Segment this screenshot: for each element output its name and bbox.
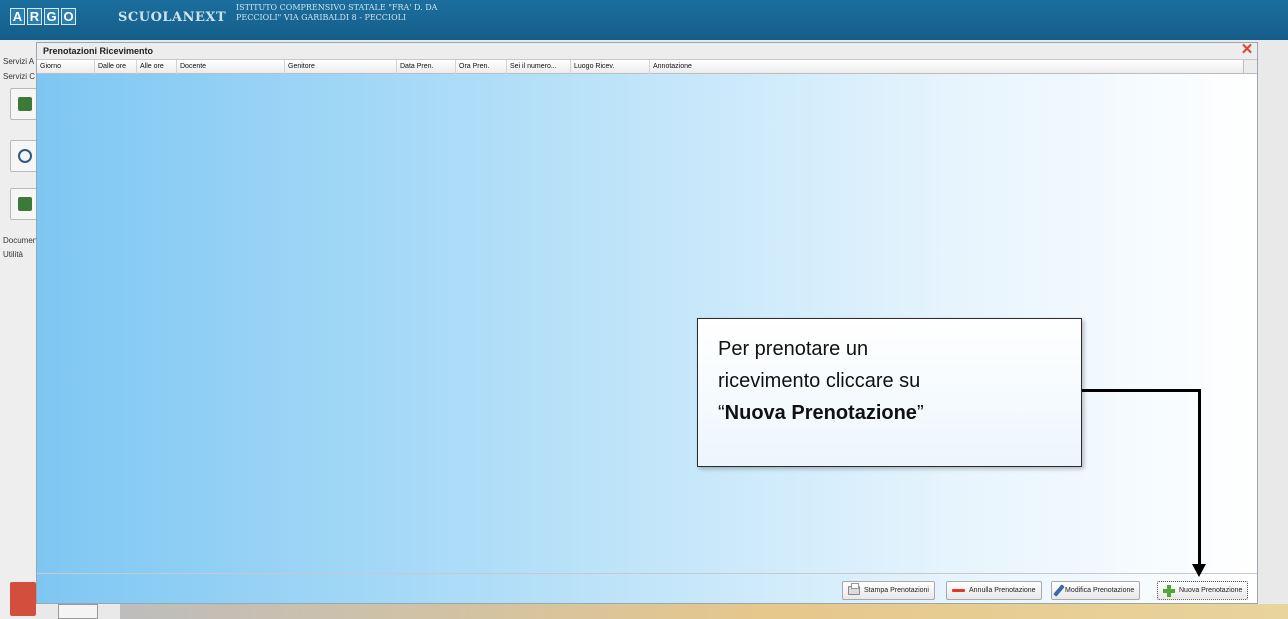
cancel-reservation-button[interactable]: Annulla Prenotazione <box>946 581 1042 600</box>
minus-icon <box>952 589 965 592</box>
sidebar-label-utilita[interactable]: Utilità <box>3 250 23 259</box>
callout-quote-close: ” <box>916 402 924 424</box>
app-header: A R G O SCUOLANEXT ISTITUTO COMPRENSIVO … <box>0 0 1288 40</box>
sidebar-tile-2[interactable] <box>10 140 36 172</box>
logo-letter: G <box>44 8 59 25</box>
sidebar-tile-3[interactable] <box>10 188 36 220</box>
callout-connector-vertical <box>1198 389 1201 566</box>
pencil-icon <box>1053 584 1065 597</box>
grid-scrollbar-corner <box>1243 60 1257 74</box>
column-header-annotazione[interactable]: Annotazione <box>650 60 1245 74</box>
column-header-ora-pren[interactable]: Ora Pren. <box>456 60 507 74</box>
column-header-giorno[interactable]: Giorno <box>37 60 95 74</box>
dialog-title: Prenotazioni Ricevimento <box>43 46 154 56</box>
print-reservations-button[interactable]: Stampa Prenotazioni <box>842 581 935 600</box>
sidebar-label-servizi-c[interactable]: Servizi C <box>3 72 35 81</box>
callout-emphasis: Nuova Prenotazione <box>724 402 917 424</box>
print-reservations-label: Stampa Prenotazioni <box>864 587 929 594</box>
close-icon[interactable]: ✕ <box>1240 42 1254 58</box>
column-header-alle-ore[interactable]: Alle ore <box>137 60 177 74</box>
sidebar-label-documenti[interactable]: Documen <box>3 236 36 245</box>
column-header-genitore[interactable]: Genitore <box>285 60 397 74</box>
column-header-data-pren[interactable]: Data Pren. <box>397 60 456 74</box>
callout-connector-horizontal <box>1082 389 1201 392</box>
arrow-head-icon <box>1192 564 1206 577</box>
edit-reservation-button[interactable]: Modifica Prenotazione <box>1051 581 1141 600</box>
grid-header: Giorno Dalle ore Alle ore Docente Genito… <box>37 60 1245 74</box>
column-header-sei-il-numero[interactable]: Sei il numero... <box>507 60 571 74</box>
new-reservation-button[interactable]: Nuova Prenotazione <box>1157 581 1249 600</box>
sidebar-tile-1[interactable] <box>10 88 36 120</box>
cancel-reservation-label: Annulla Prenotazione <box>969 587 1036 594</box>
app-name: SCUOLANEXT <box>118 10 227 25</box>
callout-line-3: “Nuova Prenotazione” <box>718 397 1063 429</box>
register-icon <box>18 97 32 111</box>
dialog-titlebar[interactable]: Prenotazioni Ricevimento ✕ <box>37 42 1257 60</box>
new-reservation-label: Nuova Prenotazione <box>1179 587 1243 594</box>
logo-letter: R <box>27 8 42 25</box>
callout-quote-open: “ <box>718 402 725 424</box>
logo-letter: O <box>61 8 76 25</box>
callout-line-2: ricevimento cliccare su <box>718 370 921 392</box>
exit-button[interactable] <box>10 582 36 616</box>
plus-icon <box>1163 584 1175 597</box>
school-name: ISTITUTO COMPRENSIVO STATALE "FRA' D. DA… <box>236 3 438 22</box>
argo-logo: A R G O <box>10 8 76 25</box>
bottom-button[interactable] <box>58 604 98 619</box>
callout-line-1: Per prenotare un <box>718 338 869 360</box>
app-sidebar: Servizi A Servizi C Documen Utilità <box>0 40 36 619</box>
instruction-callout: Per prenotare un ricevimento cliccare su… <box>697 318 1082 467</box>
logo-letter: A <box>10 8 25 25</box>
clock-icon <box>18 149 32 163</box>
printer-icon <box>848 583 860 595</box>
dialog-footer: Stampa Prenotazioni Annulla Prenotazione… <box>37 573 1257 603</box>
column-header-dalle-ore[interactable]: Dalle ore <box>95 60 137 74</box>
sidebar-label-servizi-a[interactable]: Servizi A <box>3 57 34 66</box>
edit-reservation-label: Modifica Prenotazione <box>1065 587 1135 594</box>
column-header-luogo-ricev[interactable]: Luogo Ricev. <box>571 60 650 74</box>
board-icon <box>18 197 32 211</box>
column-header-docente[interactable]: Docente <box>177 60 285 74</box>
bottom-background <box>120 604 1288 619</box>
